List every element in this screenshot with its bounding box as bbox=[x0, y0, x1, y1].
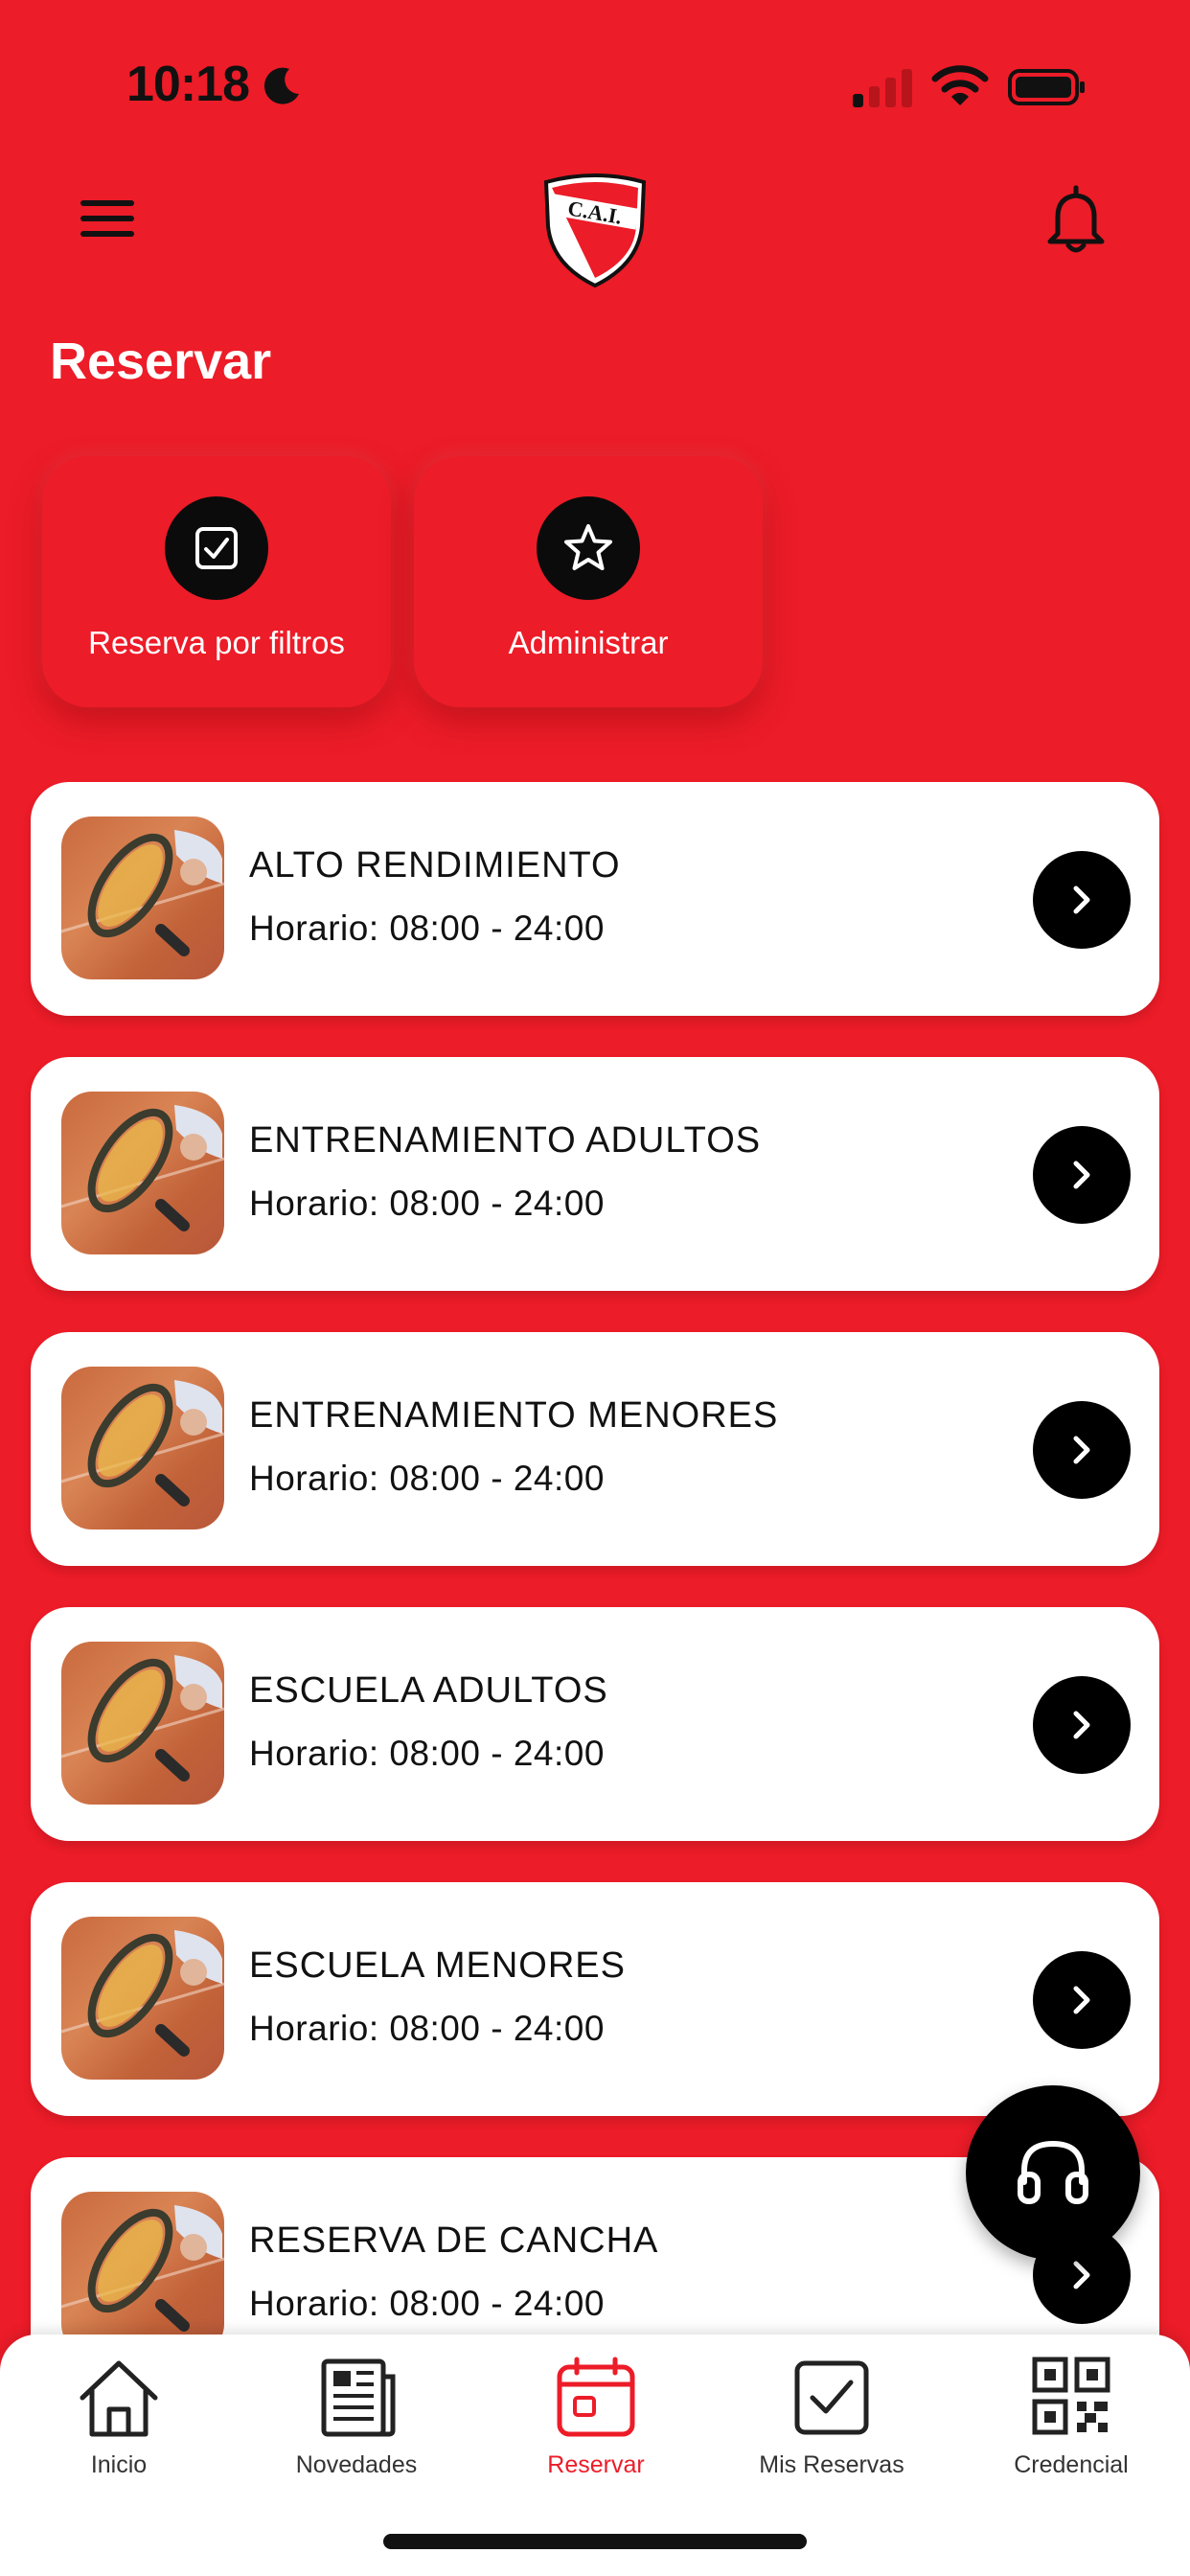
tab-reservar-label: Reservar bbox=[547, 2451, 645, 2478]
tennis-thumbnail bbox=[61, 1092, 224, 1254]
tennis-thumbnail bbox=[61, 816, 224, 979]
activity-title: ALTO RENDIMIENTO bbox=[249, 845, 621, 886]
bell-icon[interactable] bbox=[1044, 184, 1108, 255]
tab-mis-reservas-label: Mis Reservas bbox=[759, 2451, 904, 2478]
chevron-right-icon bbox=[1073, 1161, 1090, 1189]
chevron-right-icon bbox=[1073, 1436, 1090, 1464]
chevron-right-icon bbox=[1073, 1986, 1090, 2014]
cellular-signal-icon bbox=[853, 69, 912, 107]
open-activity-button[interactable] bbox=[1033, 851, 1131, 949]
tennis-thumbnail bbox=[61, 2192, 224, 2355]
activity-hours: Horario: 08:00 - 24:00 bbox=[249, 1459, 605, 1498]
calendar-icon bbox=[557, 2357, 635, 2437]
checkbox-icon bbox=[794, 2360, 869, 2435]
tab-inicio[interactable]: Inicio bbox=[13, 2356, 224, 2499]
home-icon bbox=[80, 2360, 158, 2437]
support-button[interactable] bbox=[966, 2085, 1140, 2260]
administrar-button[interactable]: Administrar bbox=[414, 456, 763, 707]
chevron-right-icon bbox=[1073, 2261, 1090, 2289]
tennis-thumbnail bbox=[61, 1642, 224, 1805]
battery-icon bbox=[1008, 69, 1085, 105]
tab-reservar[interactable]: Reservar bbox=[491, 2356, 701, 2499]
activity-card[interactable]: ENTRENAMIENTO MENORES Horario: 08:00 - 24… bbox=[31, 1332, 1159, 1566]
activity-card[interactable]: ESCUELA MENORES Horario: 08:00 - 24:00 bbox=[31, 1882, 1159, 2116]
activity-title: ENTRENAMIENTO ADULTOS bbox=[249, 1120, 762, 1161]
activity-hours: Horario: 08:00 - 24:00 bbox=[249, 2009, 605, 2048]
tab-credencial-label: Credencial bbox=[1014, 2451, 1129, 2478]
activity-card[interactable]: ALTO RENDIMIENTO Horario: 08:00 - 24:00 bbox=[31, 782, 1159, 1016]
activity-card[interactable]: ENTRENAMIENTO ADULTOS Horario: 08:00 - 24… bbox=[31, 1057, 1159, 1291]
activity-title: ENTRENAMIENTO MENORES bbox=[249, 1395, 779, 1436]
activity-hours: Horario: 08:00 - 24:00 bbox=[249, 908, 605, 948]
activity-title: ESCUELA ADULTOS bbox=[249, 1670, 608, 1711]
tab-novedades[interactable]: Novedades bbox=[251, 2356, 462, 2499]
activity-hours: Horario: 08:00 - 24:00 bbox=[249, 1734, 605, 1773]
activity-hours: Horario: 08:00 - 24:00 bbox=[249, 1184, 605, 1223]
newspaper-icon bbox=[321, 2358, 396, 2437]
menu-icon[interactable] bbox=[79, 196, 136, 241]
tennis-thumbnail bbox=[61, 1367, 224, 1530]
checkbox-icon bbox=[165, 496, 268, 600]
wifi-icon bbox=[931, 65, 989, 105]
home-indicator bbox=[383, 2534, 807, 2549]
star-icon bbox=[537, 496, 640, 600]
status-bar: 10:18 bbox=[0, 0, 1190, 144]
open-activity-button[interactable] bbox=[1033, 1401, 1131, 1499]
open-activity-button[interactable] bbox=[1033, 1951, 1131, 2049]
tab-credencial[interactable]: Credencial bbox=[966, 2356, 1177, 2499]
tab-inicio-label: Inicio bbox=[90, 2451, 148, 2478]
headphones-icon bbox=[1018, 2140, 1088, 2204]
activity-title: ESCUELA MENORES bbox=[249, 1945, 626, 1986]
tab-mis-reservas[interactable]: Mis Reservas bbox=[726, 2356, 937, 2499]
chevron-right-icon bbox=[1073, 886, 1090, 914]
open-activity-button[interactable] bbox=[1033, 1126, 1131, 1224]
activity-title: RESERVA DE CANCHA bbox=[249, 2220, 659, 2261]
tennis-thumbnail bbox=[61, 1917, 224, 2080]
activity-hours: Horario: 08:00 - 24:00 bbox=[249, 2284, 605, 2323]
moon-icon bbox=[263, 67, 299, 104]
club-logo: C.A.I. bbox=[543, 173, 647, 288]
qr-code-icon bbox=[1032, 2357, 1110, 2435]
tab-novedades-label: Novedades bbox=[295, 2451, 418, 2478]
page-title: Reservar bbox=[50, 333, 272, 390]
status-time: 10:18 bbox=[126, 57, 250, 112]
filter-reservation-button[interactable]: Reserva por filtros bbox=[42, 456, 391, 707]
administrar-label: Administrar bbox=[508, 625, 669, 660]
chevron-right-icon bbox=[1073, 1711, 1090, 1739]
activity-card[interactable]: ESCUELA ADULTOS Horario: 08:00 - 24:00 bbox=[31, 1607, 1159, 1841]
open-activity-button[interactable] bbox=[1033, 1676, 1131, 1774]
filter-reservation-label: Reserva por filtros bbox=[88, 625, 345, 660]
